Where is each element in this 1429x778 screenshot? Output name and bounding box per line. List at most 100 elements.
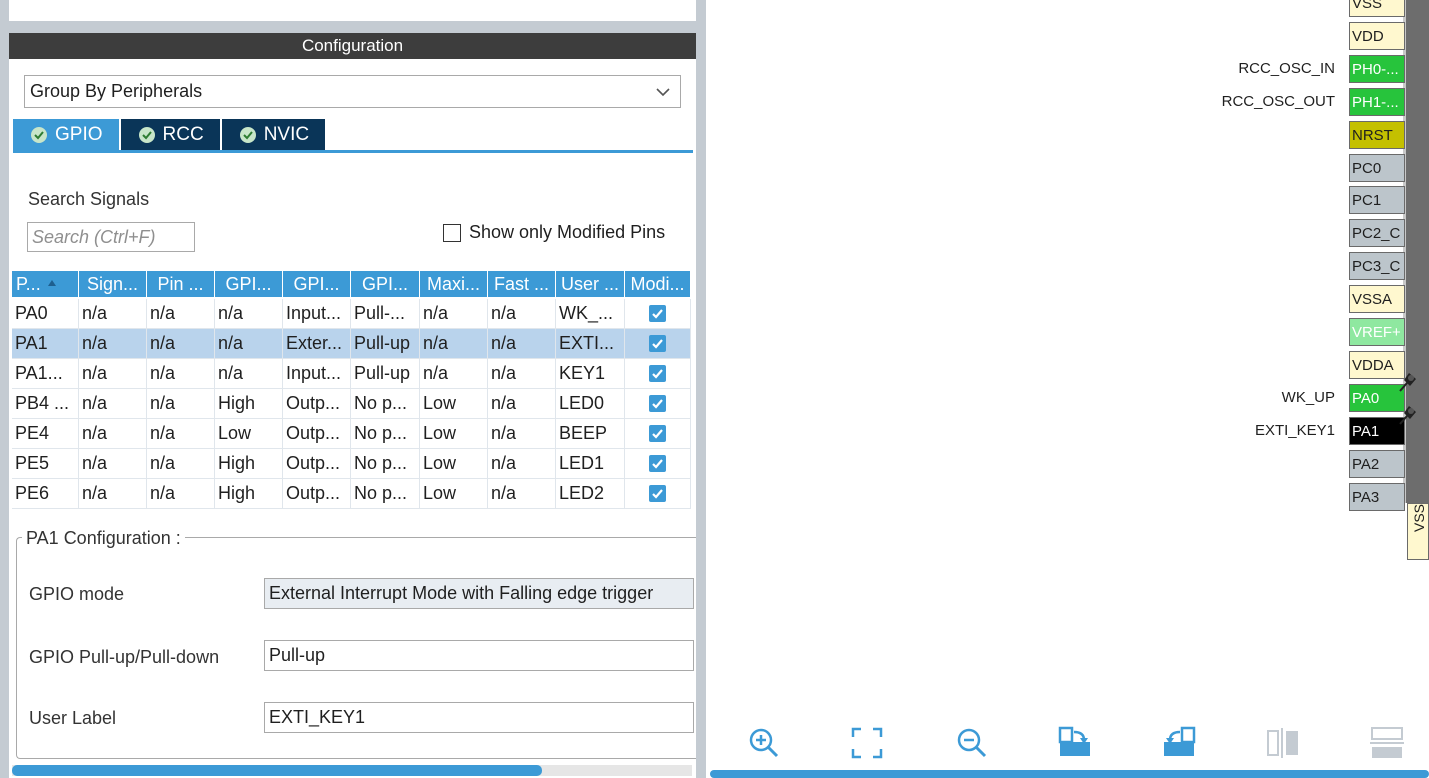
column-header-max-speed[interactable]: Maxi... [420,271,488,297]
cell-signal: n/a [79,479,147,508]
gpio-pull-select[interactable]: Pull-up [264,640,694,671]
pin-nrst[interactable]: NRST [1349,121,1405,149]
pin-pc2-c[interactable]: PC2_C [1349,219,1405,247]
rotate-right-icon[interactable] [1058,726,1092,760]
cell-gpio-mode: Outp... [283,419,351,448]
cell-pin-name: PA1 [12,329,79,358]
column-header-output-level[interactable]: GPI... [215,271,283,297]
column-header-user-label[interactable]: User ... [556,271,625,297]
flip-horizontal-icon[interactable] [1266,726,1300,760]
cell-gpio-mode: Outp... [283,479,351,508]
cell-modified [625,329,691,358]
cell-gpio-mode: Exter... [283,329,351,358]
table-row[interactable]: PA0 n/a n/a n/a Input... Pull-... n/a n/a WK_... [12,299,691,329]
cell-user-label: EXTI... [556,329,625,358]
pin-vref[interactable]: VREF+ [1349,318,1405,346]
bottom-pin-label: VSS [1411,503,1427,532]
table-body: PA0 n/a n/a n/a Input... Pull-... n/a n/a WK_...… [12,299,691,509]
canvas-scrollbar[interactable] [710,770,1429,778]
modified-checkbox[interactable] [649,425,666,442]
rotate-left-icon[interactable] [1162,726,1196,760]
column-header-pin[interactable]: P... [12,271,79,297]
cell-pin-context: n/a [147,449,215,478]
modified-checkbox[interactable] [649,335,666,352]
pushpin-icon [1399,406,1416,425]
user-label-field[interactable]: EXTI_KEY1 [264,702,694,733]
check-circle-icon [239,126,256,143]
table-row[interactable]: PE5 n/a n/a High Outp... No p... Low n/a LED1 [12,449,691,479]
modified-checkbox[interactable] [649,365,666,382]
cell-pin-name: PE6 [12,479,79,508]
cell-user-label: WK_... [556,299,625,328]
top-panel-strip [9,0,696,21]
checkmark-icon [652,369,663,379]
pin-pa2[interactable]: PA2 [1349,450,1405,478]
column-header-signal[interactable]: Sign... [79,271,147,297]
cell-signal: n/a [79,329,147,358]
checkmark-icon [652,489,663,499]
cell-pin-context: n/a [147,389,215,418]
modified-checkbox[interactable] [649,485,666,502]
cell-fast-mode: n/a [488,359,556,388]
bottom-pin-vss[interactable]: VSS [1407,503,1429,560]
cell-gpio-mode: Outp... [283,389,351,418]
tab-rcc-label: RCC [162,123,204,145]
pin-signal-label: WK_UP [1281,389,1335,406]
modified-checkbox[interactable] [649,395,666,412]
pin-pc0[interactable]: PC0 [1349,154,1405,182]
zoom-in-icon[interactable] [746,726,780,760]
group-by-value: Group By Peripherals [30,81,203,101]
modified-checkbox[interactable] [649,305,666,322]
column-header-fast-mode[interactable]: Fast ... [488,271,556,297]
table-header: P... Sign... Pin ... GPI... GPI... GPI..… [12,271,691,299]
table-row[interactable]: PA1 n/a n/a n/a Exter... Pull-up n/a n/a EXTI... [12,329,691,359]
cell-pin-context: n/a [147,479,215,508]
checkmark-icon [652,459,663,469]
pin-pc3-c[interactable]: PC3_C [1349,252,1405,280]
pin-vdd[interactable]: VDD [1349,22,1405,50]
gpio-mode-select[interactable]: External Interrupt Mode with Falling edg… [264,578,694,609]
pin-vssa[interactable]: VSSA [1349,285,1405,313]
tab-gpio[interactable]: GPIO [13,119,121,150]
pin-ph0[interactable]: PH0-... [1349,55,1405,83]
pin-ph1[interactable]: PH1-... [1349,88,1405,116]
pin-signal-label: EXTI_KEY1 [1254,422,1335,439]
gpio-mode-label: GPIO mode [29,584,125,604]
tabs-underline [13,150,693,153]
modified-checkbox[interactable] [649,455,666,472]
tab-nvic[interactable]: NVIC [221,119,328,150]
pin-vss[interactable]: VSS [1349,0,1405,17]
show-modified-checkbox[interactable] [443,224,461,242]
pin-pc1[interactable]: PC1 [1349,186,1405,214]
gpio-pull-label: GPIO Pull-up/Pull-down [29,647,220,667]
tab-nvic-label: NVIC [263,123,310,145]
tab-rcc[interactable]: RCC [120,119,222,150]
table-row[interactable]: PE6 n/a n/a High Outp... No p... Low n/a LED2 [12,479,691,509]
column-header-modified[interactable]: Modi... [625,271,691,297]
column-header-pin-context[interactable]: Pin ... [147,271,215,297]
cell-max-speed: Low [420,389,488,418]
cell-max-speed: n/a [420,329,488,358]
cell-modified [625,299,691,328]
cell-gpio-mode: Input... [283,299,351,328]
checkmark-icon [652,399,663,409]
cell-gpio-pull: No p... [351,389,420,418]
column-header-gpio-mode[interactable]: GPI... [283,271,351,297]
table-row[interactable]: PB4 ... n/a n/a High Outp... No p... Low n/a LED… [12,389,691,419]
pin-pa3[interactable]: PA3 [1349,483,1405,511]
cell-modified [625,389,691,418]
configuration-header: Configuration [9,33,696,59]
flip-vertical-icon[interactable] [1370,726,1404,760]
cell-output-level: High [215,479,283,508]
panel-splitter[interactable] [696,0,706,778]
checkmark-icon [652,309,663,319]
zoom-out-icon[interactable] [954,726,988,760]
table-row[interactable]: PE4 n/a n/a Low Outp... No p... Low n/a BEEP [12,419,691,449]
horizontal-scrollbar-thumb[interactable] [12,765,542,776]
search-input[interactable] [27,222,195,252]
column-header-gpio-pull[interactable]: GPI... [351,271,420,297]
group-by-select[interactable]: Group By Peripherals [24,75,681,108]
table-row[interactable]: PA1... n/a n/a n/a Input... Pull-up n/a n/a KEY1 [12,359,691,389]
cell-pin-name: PE5 [12,449,79,478]
fit-screen-icon[interactable] [850,726,884,760]
